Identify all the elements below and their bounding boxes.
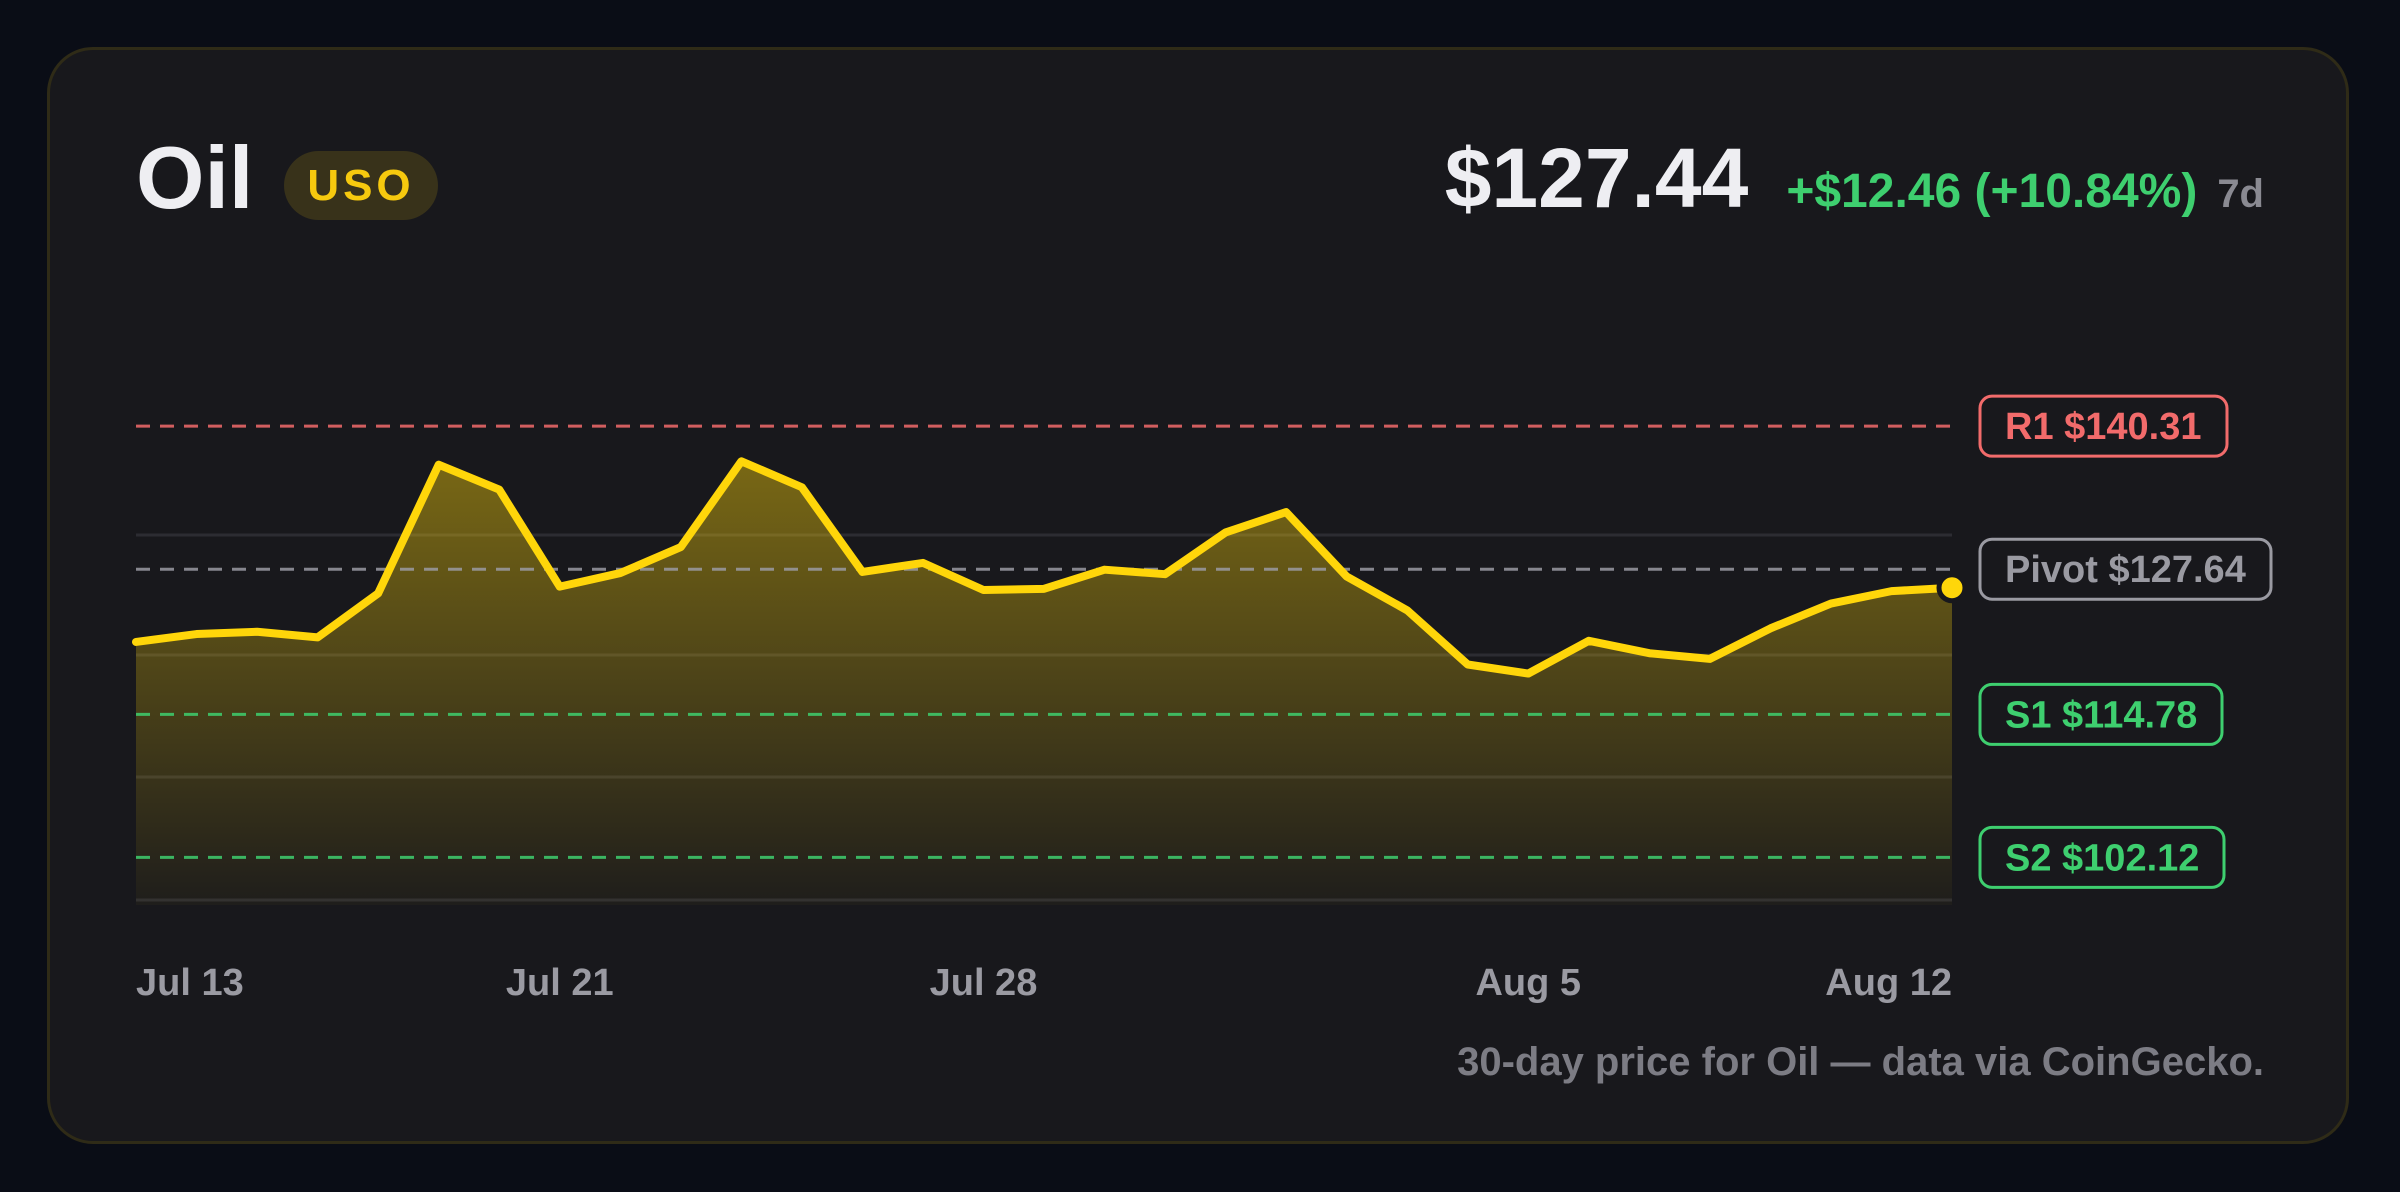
level-label-support: S1 $114.78	[1978, 682, 2224, 746]
last-price-dot	[1936, 572, 1968, 604]
data-point	[1161, 570, 1169, 578]
data-point	[1040, 585, 1048, 593]
data-point	[919, 559, 927, 567]
level-label-text: S1 $114.78	[2005, 694, 2197, 736]
data-point	[435, 461, 443, 469]
level-label-text: Pivot $127.64	[2005, 549, 2246, 591]
data-point	[737, 457, 745, 465]
data-point	[1282, 508, 1290, 516]
price-chart: R1 $140.31 Pivot $127.64 S1 $114.78 S2 $102…	[132, 394, 2273, 1004]
data-point	[495, 486, 503, 494]
data-point	[1766, 624, 1774, 632]
data-point	[1827, 600, 1835, 608]
data-point	[253, 628, 261, 636]
level-label-pivot: Pivot $127.64	[1978, 537, 2273, 601]
data-point	[1101, 566, 1109, 574]
data-point	[314, 633, 322, 641]
data-point	[1706, 655, 1714, 663]
data-point	[1524, 670, 1532, 678]
data-point	[677, 543, 685, 551]
data-point	[1222, 528, 1230, 536]
level-label-resistance: R1 $140.31	[1978, 394, 2229, 458]
data-point	[374, 589, 382, 597]
x-tick-label: Aug 5	[1475, 962, 1581, 1004]
chart-caption: 30-day price for Oil — data via CoinGeck…	[1457, 1040, 2264, 1084]
x-tick-label: Jul 28	[930, 962, 1038, 1004]
data-point	[132, 638, 140, 646]
level-label-support: S2 $102.12	[1978, 825, 2226, 889]
x-tick-label: Jul 21	[506, 962, 614, 1004]
x-tick-label: Aug 12	[1825, 962, 1952, 1004]
data-point	[1343, 572, 1351, 580]
data-point	[1645, 649, 1653, 657]
data-point	[193, 630, 201, 638]
data-point	[1585, 637, 1593, 645]
x-tick-label: Jul 13	[136, 962, 244, 1004]
data-point	[979, 586, 987, 594]
data-point	[858, 568, 866, 576]
level-label-text: S2 $102.12	[2005, 837, 2199, 879]
data-point	[556, 583, 564, 591]
data-point	[1403, 606, 1411, 614]
data-point	[798, 483, 806, 491]
data-point	[1464, 661, 1472, 669]
data-point	[616, 569, 624, 577]
data-point	[1887, 587, 1895, 595]
level-label-text: R1 $140.31	[2005, 406, 2202, 448]
